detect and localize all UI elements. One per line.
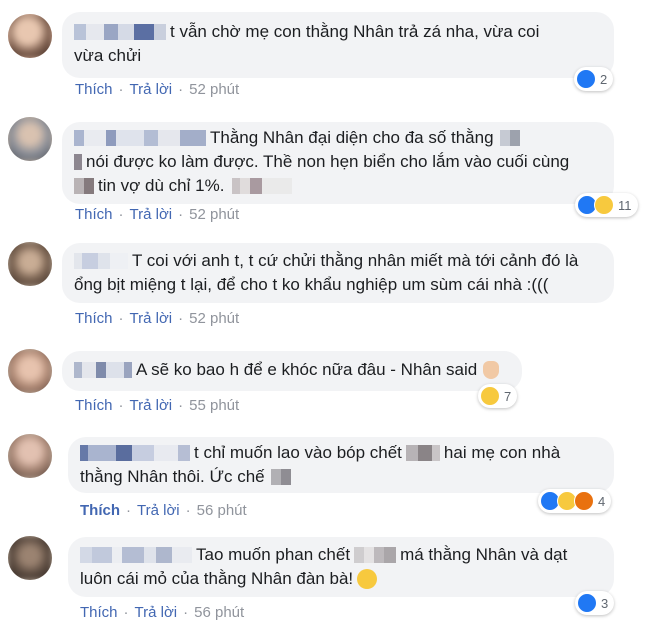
redacted-word [74, 178, 94, 194]
separator: · [185, 502, 191, 519]
reaction-count: 4 [598, 493, 606, 509]
reactions-summary[interactable]: 11 [575, 193, 638, 217]
timestamp[interactable]: 52 phút [189, 81, 239, 98]
separator: · [118, 81, 124, 98]
ok-hand-emoji-icon [483, 361, 500, 379]
comment-text: Thằng Nhân đại diện cho đa số thằng [210, 128, 494, 147]
reaction-count: 2 [600, 71, 608, 87]
reactions-summary[interactable]: 2 [574, 67, 614, 91]
redacted-word [74, 154, 82, 170]
comment-bubble: t vẫn chờ mẹ con thằng Nhân trả zá nha, … [62, 12, 614, 78]
reaction-count: 7 [504, 388, 512, 404]
like-reaction-icon [576, 69, 596, 89]
separator: · [178, 206, 184, 223]
comment-actions: Thích · Trả lời · 52 phút [75, 310, 239, 327]
like-button[interactable]: Thích [80, 502, 120, 519]
reply-button[interactable]: Trả lời [130, 81, 173, 98]
comment-bubble: Tao muốn phan chết má thằng Nhân và dạt l… [68, 537, 614, 597]
comment-actions: Thích · Trả lời · 56 phút [80, 502, 247, 519]
like-button[interactable]: Thích [75, 310, 113, 327]
reaction-count: 11 [618, 197, 632, 213]
redacted-name [74, 24, 166, 40]
separator: · [118, 310, 124, 327]
like-button[interactable]: Thích [75, 206, 113, 223]
separator: · [178, 81, 184, 98]
timestamp[interactable]: 56 phút [194, 604, 244, 621]
separator: · [118, 397, 124, 414]
comment-actions: Thích · Trả lời · 52 phút [75, 81, 239, 98]
separator: · [118, 206, 124, 223]
comment-text: t vẫn chờ mẹ con thằng Nhân trả zá nha, … [170, 22, 540, 41]
redacted-name [74, 253, 128, 269]
redacted-word [354, 547, 397, 563]
reactions-summary[interactable]: 3 [575, 591, 615, 615]
avatar[interactable] [8, 242, 52, 286]
timestamp[interactable]: 55 phút [189, 397, 239, 414]
like-button[interactable]: Thích [75, 81, 113, 98]
redacted-emoji [232, 178, 293, 194]
timestamp[interactable]: 52 phút [189, 206, 239, 223]
comment-text: ổng bịt miệng t lại, để cho t ko khẩu ng… [74, 275, 549, 294]
like-reaction-icon [577, 593, 597, 613]
comment-text: nói được ko làm được. Thề non hẹn biển c… [86, 152, 570, 171]
reply-button[interactable]: Trả lời [130, 397, 173, 414]
comment-text: tin vợ dù chỉ 1%. [98, 176, 225, 195]
like-button[interactable]: Thích [75, 397, 113, 414]
comment-bubble: A sẽ ko bao h để e khóc nữa đâu - Nhân s… [62, 351, 522, 391]
timestamp[interactable]: 56 phút [197, 502, 247, 519]
angry-reaction-icon [574, 491, 594, 511]
comment-bubble: T coi với anh t, t cứ chửi thằng nhân mi… [62, 243, 614, 303]
comment-text: vừa chửi [74, 46, 142, 65]
reactions-summary[interactable]: 4 [538, 489, 612, 513]
avatar[interactable] [8, 117, 52, 161]
avatar[interactable] [8, 14, 52, 58]
avatar[interactable] [8, 349, 52, 393]
redacted-name [80, 445, 190, 461]
separator: · [178, 310, 184, 327]
comment-bubble: t chỉ muốn lao vào bóp chết hai mẹ con nh… [68, 437, 614, 493]
reply-button[interactable]: Trả lời [137, 502, 180, 519]
redacted-name [80, 547, 192, 563]
haha-reaction-icon [480, 386, 500, 406]
separator: · [123, 604, 129, 621]
comment-actions: Thích · Trả lời · 56 phút [80, 604, 244, 621]
comment-text: hai mẹ con nhà [443, 443, 561, 462]
timestamp[interactable]: 52 phút [189, 310, 239, 327]
reply-button[interactable]: Trả lời [130, 206, 173, 223]
redacted-word [270, 469, 291, 485]
comment-actions: Thích · Trả lời · 55 phút [75, 397, 239, 414]
reply-button[interactable]: Trả lời [130, 310, 173, 327]
redacted-name [74, 130, 206, 146]
redacted-name [74, 362, 132, 378]
redacted-word [499, 130, 520, 146]
comment-text: Tao muốn phan chết [196, 545, 351, 564]
reply-button[interactable]: Trả lời [135, 604, 178, 621]
comment-text: T coi với anh t, t cứ chửi thằng nhân mi… [132, 251, 579, 270]
avatar[interactable] [8, 536, 52, 580]
comment-text: má thằng Nhân và dạt [400, 545, 568, 564]
separator: · [178, 397, 184, 414]
like-button[interactable]: Thích [80, 604, 118, 621]
haha-reaction-icon [594, 195, 614, 215]
avatar[interactable] [8, 434, 52, 478]
smile-emoji-icon [357, 569, 378, 589]
comment-text: luôn cái mỏ của thằng Nhân đàn bà! [80, 569, 354, 588]
reactions-summary[interactable]: 7 [478, 384, 518, 408]
separator: · [126, 502, 131, 519]
comment-text: A sẽ ko bao h để e khóc nữa đâu - Nhân s… [136, 360, 478, 379]
redacted-word [405, 445, 440, 461]
comment-text: thằng Nhân thôi. Ức chế [80, 467, 265, 486]
comment-actions: Thích · Trả lời · 52 phút [75, 206, 239, 223]
comment-bubble: Thằng Nhân đại diện cho đa số thằng nói … [62, 122, 614, 204]
separator: · [183, 604, 189, 621]
reaction-count: 3 [601, 595, 609, 611]
comment-text: t chỉ muốn lao vào bóp chết [194, 443, 402, 462]
